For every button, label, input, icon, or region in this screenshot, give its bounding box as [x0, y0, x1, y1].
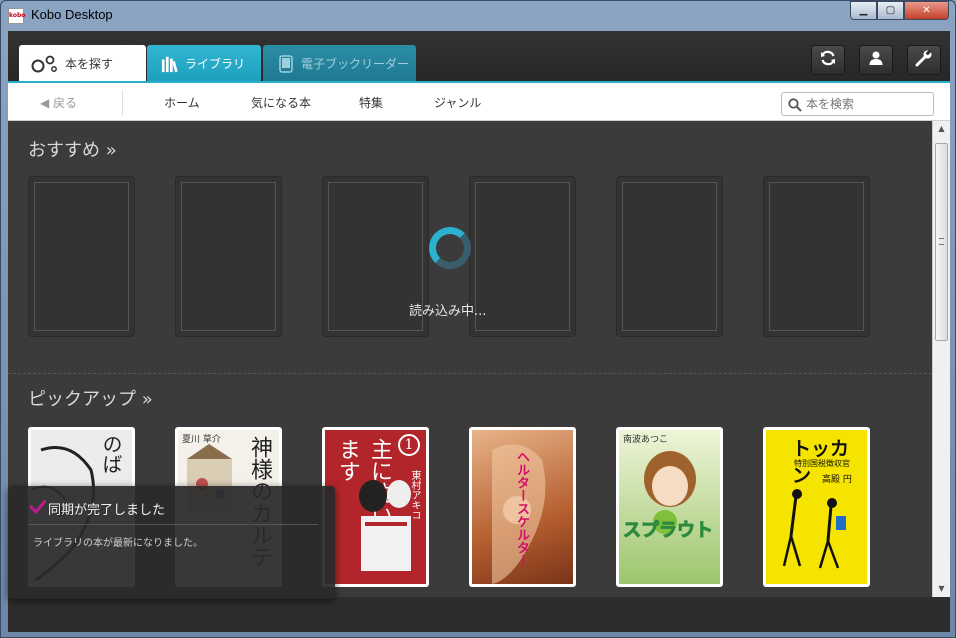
- nav-home[interactable]: ホーム: [164, 94, 200, 111]
- sync-notification[interactable]: 同期が完了しました ライブラリの本が最新になりました。: [8, 486, 335, 599]
- tab-discover-label: 本を探す: [65, 57, 114, 71]
- book-placeholder: [175, 176, 282, 337]
- book-cover[interactable]: トッカン 特別国税徴収官 高殿 円: [763, 427, 870, 587]
- book-placeholder: [616, 176, 723, 337]
- settings-button[interactable]: [907, 45, 941, 75]
- nav-divider: [122, 90, 123, 116]
- book-placeholder: [763, 176, 870, 337]
- notification-title: 同期が完了しました: [48, 503, 166, 518]
- sync-button[interactable]: [811, 45, 845, 75]
- book-cover[interactable]: 南波あつこ スプラウト: [616, 427, 723, 587]
- tab-library-label: ライブラリ: [185, 57, 246, 71]
- wrench-icon: [915, 49, 933, 71]
- book-cover[interactable]: 主に泣いてます 1 東村アキコ: [322, 427, 429, 587]
- book-placeholder: [28, 176, 135, 337]
- kobo-logo: kobo: [8, 8, 25, 24]
- loading-text: 読み込み中...: [409, 304, 487, 319]
- book-title: ヘルタースケルター: [514, 450, 529, 567]
- window-controls: ▁ ▢ ✕: [850, 1, 949, 20]
- book-title: スプラウト: [623, 520, 714, 542]
- scroll-thumb[interactable]: [935, 143, 948, 341]
- nav-genre[interactable]: ジャンル: [434, 94, 481, 111]
- discover-icon: [31, 54, 59, 74]
- grip-icon: [939, 238, 944, 245]
- volume-number: 1: [398, 434, 420, 456]
- loading-spinner-icon: [429, 227, 471, 269]
- app-window: kobo Kobo Desktop ▁ ▢ ✕ 本を探す ライブラリ 電子ブック…: [0, 0, 956, 638]
- section-divider: [8, 373, 932, 374]
- scroll-down-arrow-icon[interactable]: ▼: [933, 581, 950, 597]
- vertical-scrollbar[interactable]: ▲ ▼: [932, 121, 950, 597]
- nav-features[interactable]: 特集: [359, 94, 383, 111]
- scroll-up-arrow-icon[interactable]: ▲: [933, 121, 950, 137]
- pickup-heading[interactable]: ピックアップ »: [28, 385, 153, 411]
- search-icon: [788, 97, 802, 116]
- window-title: Kobo Desktop: [31, 7, 113, 22]
- tab-discover[interactable]: 本を探す: [19, 45, 146, 82]
- tab-ereader[interactable]: 電子ブックリーダー: [263, 45, 416, 82]
- book-cover-art: トッカン 特別国税徴収官 高殿 円: [766, 430, 867, 584]
- notification-message: ライブラリの本が最新になりました。: [33, 538, 203, 549]
- minimize-button[interactable]: ▁: [850, 1, 877, 20]
- tab-library[interactable]: ライブラリ: [147, 45, 261, 82]
- maximize-button[interactable]: ▢: [877, 1, 904, 20]
- book-title: のば: [99, 434, 123, 474]
- book-cover-art: 主に泣いてます 1 東村アキコ: [325, 430, 426, 584]
- status-bar: [8, 597, 950, 632]
- sync-icon: [819, 49, 837, 71]
- tab-ereader-label: 電子ブックリーダー: [301, 57, 410, 71]
- account-button[interactable]: [859, 45, 893, 75]
- book-subtitle: 特別国税徴収官: [794, 459, 850, 468]
- book-author: 高殿 円: [822, 475, 852, 485]
- book-cover[interactable]: ヘルタースケルター: [469, 427, 576, 587]
- back-button[interactable]: ◀ 戻る: [40, 94, 77, 111]
- user-icon: [868, 50, 884, 70]
- nav-bar: ◀ 戻る ホーム 気になる本 特集 ジャンル: [8, 83, 950, 121]
- title-bar[interactable]: kobo Kobo Desktop ▁ ▢ ✕: [1, 1, 955, 31]
- notification-divider: [28, 524, 318, 525]
- close-button[interactable]: ✕: [904, 1, 949, 20]
- ereader-icon: [277, 54, 295, 74]
- book-author: 東村アキコ: [409, 470, 420, 520]
- top-bar: 本を探す ライブラリ 電子ブックリーダー: [8, 31, 950, 83]
- nav-wishlist[interactable]: 気になる本: [251, 94, 311, 111]
- search-input[interactable]: [781, 92, 934, 116]
- book-cover-art: ヘルタースケルター: [472, 430, 573, 584]
- library-icon: [161, 54, 179, 74]
- recommended-heading[interactable]: おすすめ »: [28, 136, 117, 162]
- check-icon: [29, 499, 47, 518]
- book-cover-art: 南波あつこ スプラウト: [619, 430, 720, 584]
